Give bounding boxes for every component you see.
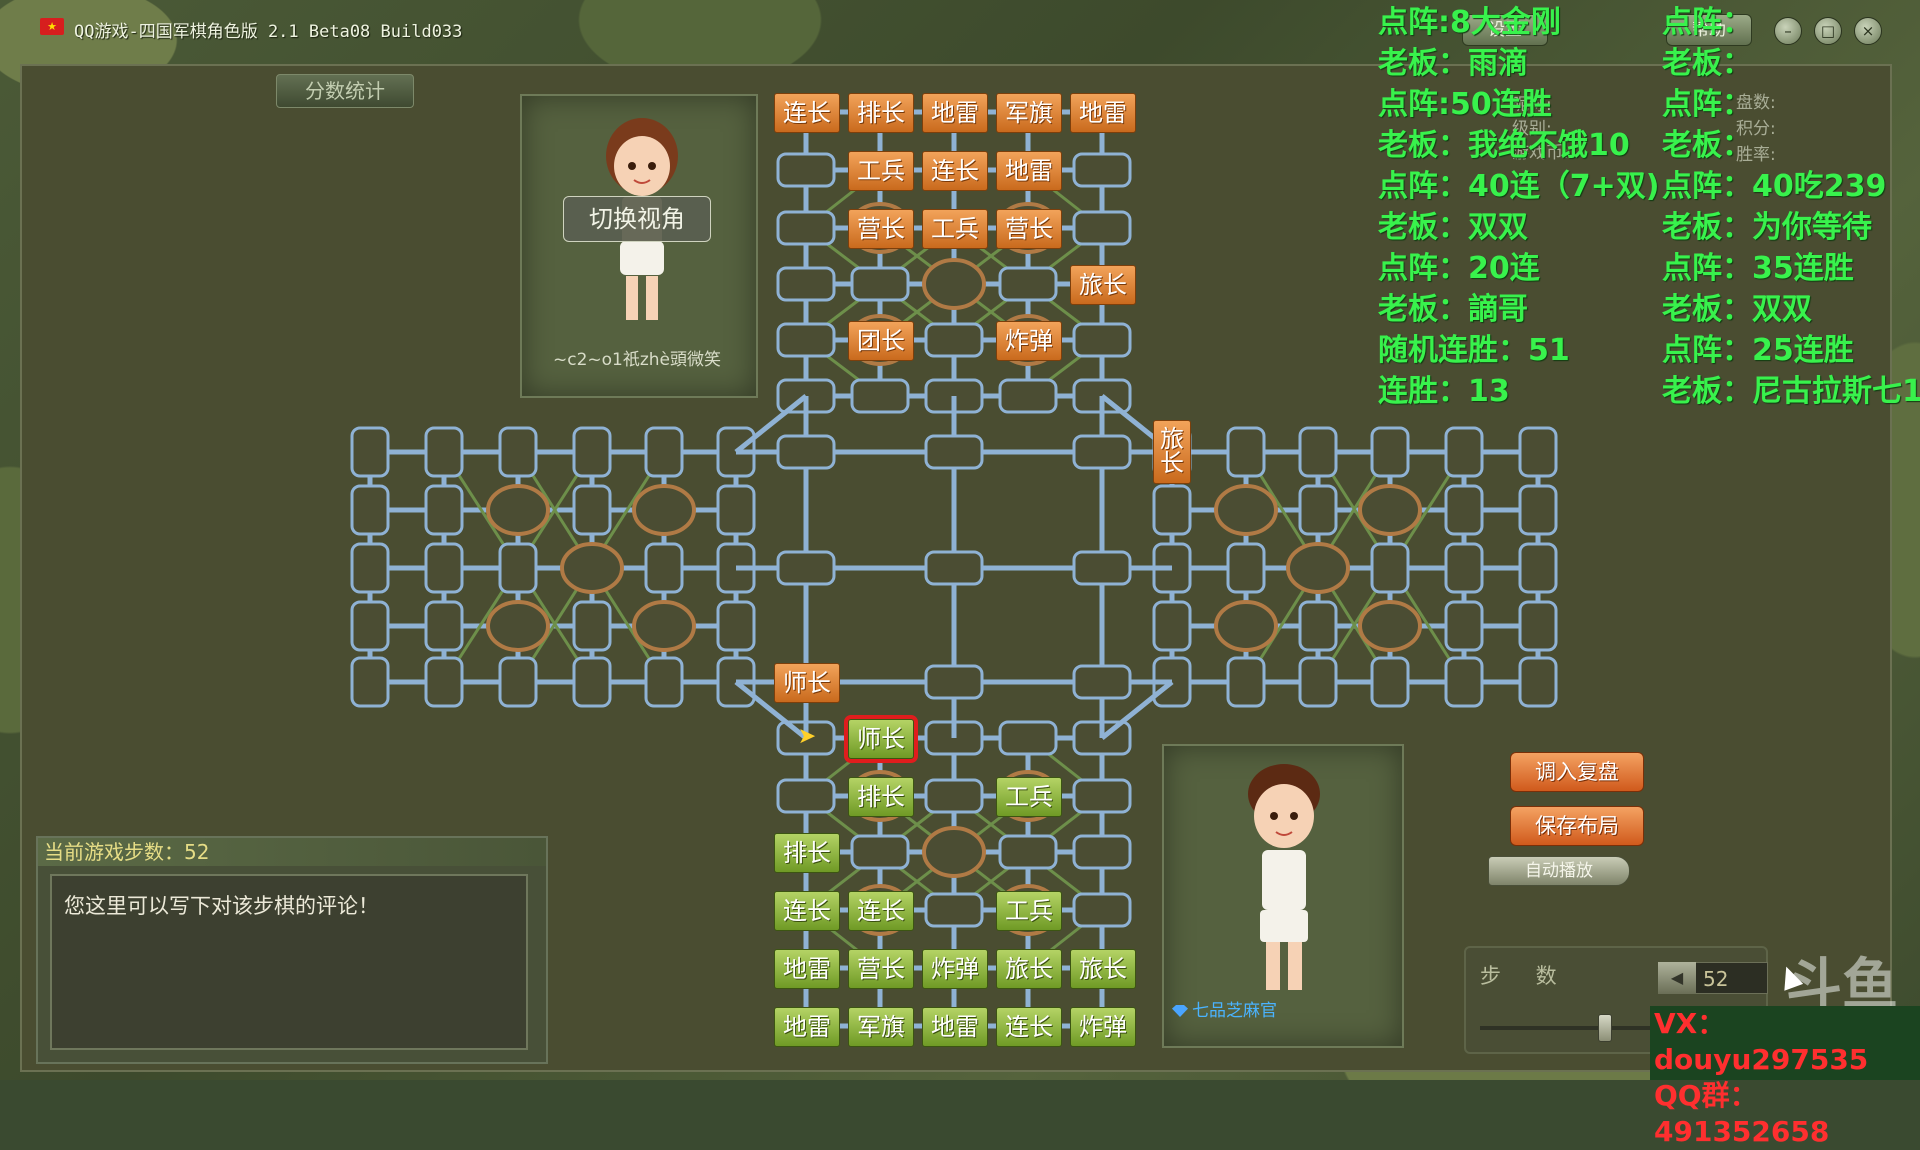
piece-13[interactable]: 炸弹 [996,321,1062,361]
piece-30[interactable]: 地雷 [922,1007,988,1047]
piece-20[interactable]: 连长 [774,891,840,931]
piece-22[interactable]: 工兵 [996,891,1062,931]
gem-icon [1172,1005,1188,1017]
piece-9[interactable]: 工兵 [922,209,988,249]
overlay-right-line-0: 点阵： [1662,5,1752,40]
piece-8[interactable]: 营长 [848,209,914,249]
switch-view-button[interactable]: 切换视角 [563,196,711,242]
piece-14[interactable]: 旅长 [1153,420,1191,484]
piece-31[interactable]: 连长 [996,1007,1062,1047]
overlay-left-line-9: 连胜：13 [1378,374,1510,409]
overlay-right-line-9: 老板：尼古拉斯七17 [1662,374,1920,409]
piece-2[interactable]: 地雷 [922,93,988,133]
step-label: 步 数 [1480,964,1571,988]
contact-qq: QQ群：491352658 [1654,1079,1830,1148]
turn-arrow-icon: ➤ [797,724,817,749]
piece-5[interactable]: 工兵 [848,151,914,191]
contact-vx: VX：douyu297535 [1654,1007,1869,1076]
comment-panel: 当前游戏步数：52 您这里可以写下对该步棋的评论！ [36,836,548,1064]
autoplay-button[interactable]: 自动播放 [1488,856,1630,886]
piece-16[interactable]: 师长 [844,715,918,763]
piece-25[interactable]: 炸弹 [922,949,988,989]
piece-3[interactable]: 军旗 [996,93,1062,133]
step-prev-button[interactable]: ◀ [1658,962,1696,994]
overlay-right-line-2: 点阵： [1662,87,1752,122]
current-step-header: 当前游戏步数：52 [38,838,546,866]
overlay-left-line-2: 点阵:50连胜 [1378,87,1552,122]
piece-19[interactable]: 排长 [774,833,840,873]
piece-27[interactable]: 旅长 [1070,949,1136,989]
piece-7[interactable]: 地雷 [996,151,1062,191]
overlay-right-line-3: 老板： [1662,128,1752,163]
overlay-left-line-6: 点阵：20连 [1378,251,1540,286]
piece-26[interactable]: 旅长 [996,949,1062,989]
piece-0[interactable]: 连长 [774,93,840,133]
piece-6[interactable]: 连长 [922,151,988,191]
piece-23[interactable]: 地雷 [774,949,840,989]
overlay-right-line-8: 点阵：25连胜 [1662,333,1854,368]
overlay-right-line-5: 老板：为你等待 [1662,210,1872,245]
bottom-player-name-row: 七品芝麻官 [1172,996,1372,1021]
bottom-player-avatar [1248,764,1320,990]
overlay-right-line-7: 老板：双双 [1662,292,1812,327]
piece-18[interactable]: 工兵 [996,777,1062,817]
piece-11[interactable]: 旅长 [1070,265,1136,305]
comment-textarea[interactable]: 您这里可以写下对该步棋的评论！ [50,874,528,1050]
save-layout-button[interactable]: 保存布局 [1510,806,1644,846]
overlay-right-line-4: 点阵：40吃239 [1662,169,1887,204]
bottom-player-name: 七品芝麻官 [1192,1001,1277,1021]
overlay-left-line-3: 老板：我绝不饿10 [1378,128,1630,163]
overlay-left-line-4: 点阵：40连（7+双) [1378,169,1660,204]
piece-29[interactable]: 军旗 [848,1007,914,1047]
piece-32[interactable]: 炸弹 [1070,1007,1136,1047]
stream-overlay-right: 点阵： 老板： 点阵： 老板： 点阵：40吃239 老板：为你等待 点阵：35连胜 老板：双双… [1662,2,1920,412]
piece-1[interactable]: 排长 [848,93,914,133]
piece-28[interactable]: 地雷 [774,1007,840,1047]
piece-12[interactable]: 团长 [848,321,914,361]
stream-overlay-left: 点阵:8大金刚 老板：雨滴点阵:50连胜老板：我绝不饿10 点阵：40连（7+双) 老… [1378,2,1659,412]
piece-17[interactable]: 排长 [848,777,914,817]
top-player-name: ~c2~o1祇zhè頭微笑 [552,350,722,370]
overlay-left-line-8: 随机连胜：51 [1378,333,1570,368]
piece-4[interactable]: 地雷 [1070,93,1136,133]
load-replay-button[interactable]: 调入复盘 [1510,752,1644,792]
contact-box: VX：douyu297535 QQ群：491352658 [1650,1006,1920,1148]
window-title: QQ游戏-四国军棋角色版 2.1 Beta08 Build033 [74,22,463,42]
piece-24[interactable]: 营长 [848,949,914,989]
app-flag-icon: ★ [40,18,64,35]
piece-10[interactable]: 营长 [996,209,1062,249]
step-slider-thumb[interactable] [1598,1014,1613,1042]
score-stats-tab[interactable]: 分数统计 [276,74,414,108]
piece-15[interactable]: 师长 [774,663,840,703]
piece-21[interactable]: 连长 [848,891,914,931]
overlay-left-line-5: 老板：双双 [1378,210,1528,245]
overlay-right-line-6: 点阵：35连胜 [1662,251,1854,286]
overlay-left-line-0: 点阵:8大金刚 [1378,5,1561,40]
overlay-left-line-1: 老板：雨滴 [1378,46,1528,81]
overlay-right-line-1: 老板： [1662,46,1752,81]
overlay-left-line-7: 老板：謫哥 [1378,292,1528,327]
